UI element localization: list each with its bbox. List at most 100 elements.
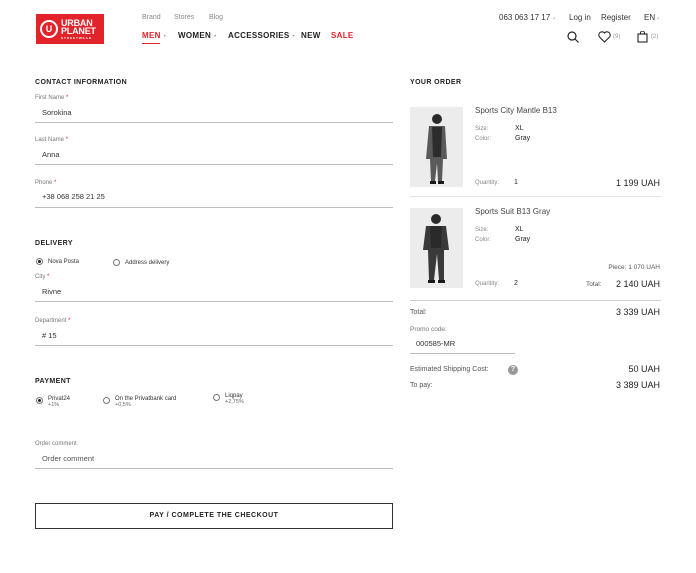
order-section-title: YOUR ORDER bbox=[410, 79, 462, 86]
payment-option-privat24[interactable]: Privat24 +1% bbox=[36, 396, 70, 408]
to-pay-label: To pay: bbox=[410, 382, 433, 389]
first-name-label-text: First Name bbox=[35, 95, 65, 101]
nav-men-label: MEN bbox=[142, 31, 161, 40]
address-delivery-label: Address delivery bbox=[125, 259, 170, 266]
dropdown-dot-icon: • bbox=[292, 34, 295, 40]
color-value: Gray bbox=[515, 135, 531, 142]
phone-text: 063 063 17 17 bbox=[499, 13, 551, 22]
order-comment-input[interactable]: Order comment bbox=[42, 454, 94, 463]
heart-icon bbox=[598, 31, 611, 43]
nav-women-label: WOMEN bbox=[178, 31, 212, 40]
delivery-option-address[interactable]: Address delivery bbox=[113, 259, 169, 266]
product-photo-icon bbox=[410, 107, 463, 187]
register-link[interactable]: Register bbox=[601, 13, 631, 22]
city-underline bbox=[35, 301, 393, 302]
to-pay-value: 3 389 UAH bbox=[615, 380, 660, 390]
promo-code-label: Promo code: bbox=[410, 326, 447, 333]
search-icon bbox=[567, 31, 579, 43]
brand-logo[interactable]: U URBAN PLANET STREETWEAR bbox=[36, 14, 104, 44]
topnav-brand[interactable]: Brand bbox=[142, 14, 161, 21]
privat24-fee: +1% bbox=[48, 402, 60, 408]
city-label: City * bbox=[35, 274, 50, 280]
logo-sub: STREETWEAR bbox=[61, 35, 92, 40]
nav-accessories-label: ACCESSORIES bbox=[228, 31, 290, 40]
phone-input[interactable]: +38 068 258 21 25 bbox=[42, 192, 105, 201]
size-value: XL bbox=[515, 125, 524, 132]
delivery-option-nova-posta[interactable]: Nova Posta bbox=[36, 258, 79, 265]
size-label: Size: bbox=[475, 126, 489, 132]
cart-button[interactable]: (2) bbox=[637, 31, 658, 43]
size-value: XL bbox=[515, 226, 524, 233]
order-total-value: 3 339 UAH bbox=[615, 307, 660, 317]
city-input[interactable]: Rivne bbox=[42, 287, 61, 296]
planet-logo-icon: U bbox=[40, 20, 58, 38]
first-name-input[interactable]: Sorokina bbox=[42, 108, 72, 117]
payment-section-title: PAYMENT bbox=[35, 378, 71, 385]
logo-line2: PLANET bbox=[61, 25, 96, 36]
topnav-stores[interactable]: Stores bbox=[174, 14, 194, 21]
order-total-label: Total: bbox=[410, 309, 427, 316]
promo-code-underline bbox=[410, 353, 515, 354]
quantity-label: Quantity: bbox=[475, 281, 500, 287]
language-switcher[interactable]: EN › bbox=[644, 13, 659, 22]
phone-label: Phone * bbox=[35, 180, 57, 186]
product-image-mantle[interactable] bbox=[410, 107, 463, 187]
liqpay-fee: +2,75% bbox=[225, 399, 244, 405]
quantity-value[interactable]: 2 bbox=[514, 280, 518, 287]
phone-number[interactable]: 063 063 17 17 › bbox=[499, 13, 555, 22]
quantity-label: Quantity: bbox=[475, 180, 500, 186]
cart-icon bbox=[637, 31, 648, 43]
department-label-text: Department bbox=[35, 318, 67, 324]
dropdown-dot-icon: • bbox=[214, 34, 217, 40]
help-icon[interactable]: ? bbox=[508, 365, 518, 375]
pay-complete-checkout-button[interactable]: PAY / COMPLETE THE CHECKOUT bbox=[35, 503, 393, 529]
piece-price: Piece: 1 070 UAH bbox=[608, 264, 660, 271]
nav-men[interactable]: MEN • bbox=[142, 31, 166, 40]
wishlist-button[interactable]: (9) bbox=[598, 31, 620, 43]
wishlist-count: (9) bbox=[613, 34, 621, 40]
order-comment-underline bbox=[35, 468, 393, 469]
nav-sale[interactable]: SALE bbox=[331, 31, 354, 40]
product-name-mantle[interactable]: Sports City Mantle B13 bbox=[475, 106, 557, 115]
privatbank-card-fee: +0,5% bbox=[115, 402, 131, 408]
shipping-cost-label: Estimated Shipping Cost: bbox=[410, 366, 489, 373]
radio-checked[interactable] bbox=[36, 258, 43, 265]
city-label-text: City bbox=[35, 274, 46, 280]
radio-checked[interactable] bbox=[36, 397, 43, 404]
color-value: Gray bbox=[515, 236, 531, 243]
item-total-price: 1 199 UAH bbox=[615, 178, 660, 188]
radio-unchecked[interactable] bbox=[213, 394, 220, 401]
phone-underline bbox=[35, 207, 393, 208]
topnav-blog[interactable]: Blog bbox=[209, 14, 223, 21]
payment-option-privatbank-card[interactable]: On the Privatbank card +0,5% bbox=[103, 396, 176, 408]
delivery-section-title: DELIVERY bbox=[35, 240, 73, 247]
chevron-down-icon: › bbox=[553, 16, 556, 22]
size-label: Size: bbox=[475, 227, 489, 233]
nav-women[interactable]: WOMEN • bbox=[178, 31, 216, 40]
product-name-suit[interactable]: Sports Suit B13 Gray bbox=[475, 207, 550, 216]
language-label: EN bbox=[644, 13, 656, 22]
login-link[interactable]: Log in bbox=[569, 13, 591, 22]
department-underline bbox=[35, 345, 393, 346]
nav-new[interactable]: NEW bbox=[301, 31, 321, 40]
radio-unchecked[interactable] bbox=[103, 397, 110, 404]
first-name-underline bbox=[35, 122, 393, 123]
last-name-label: Last Name * bbox=[35, 137, 69, 143]
phone-label-text: Phone bbox=[35, 180, 53, 186]
color-label: Color: bbox=[475, 136, 492, 142]
payment-option-liqpay[interactable]: Liqpay +2,75% bbox=[213, 393, 244, 405]
product-photo-icon bbox=[410, 208, 463, 288]
first-name-label: First Name * bbox=[35, 95, 69, 101]
last-name-input[interactable]: Anna bbox=[42, 150, 60, 159]
dropdown-dot-icon: • bbox=[163, 34, 167, 40]
active-nav-underline bbox=[142, 43, 160, 44]
last-name-label-text: Last Name bbox=[35, 137, 65, 143]
quantity-value[interactable]: 1 bbox=[514, 179, 518, 186]
order-divider bbox=[410, 300, 661, 301]
search-button[interactable] bbox=[567, 31, 579, 43]
product-image-suit[interactable] bbox=[410, 208, 463, 288]
department-input[interactable]: # 15 bbox=[42, 331, 57, 340]
nav-accessories[interactable]: ACCESSORIES • bbox=[228, 31, 295, 40]
radio-unchecked[interactable] bbox=[113, 259, 120, 266]
promo-code-input[interactable]: 000585-MR bbox=[416, 339, 455, 348]
